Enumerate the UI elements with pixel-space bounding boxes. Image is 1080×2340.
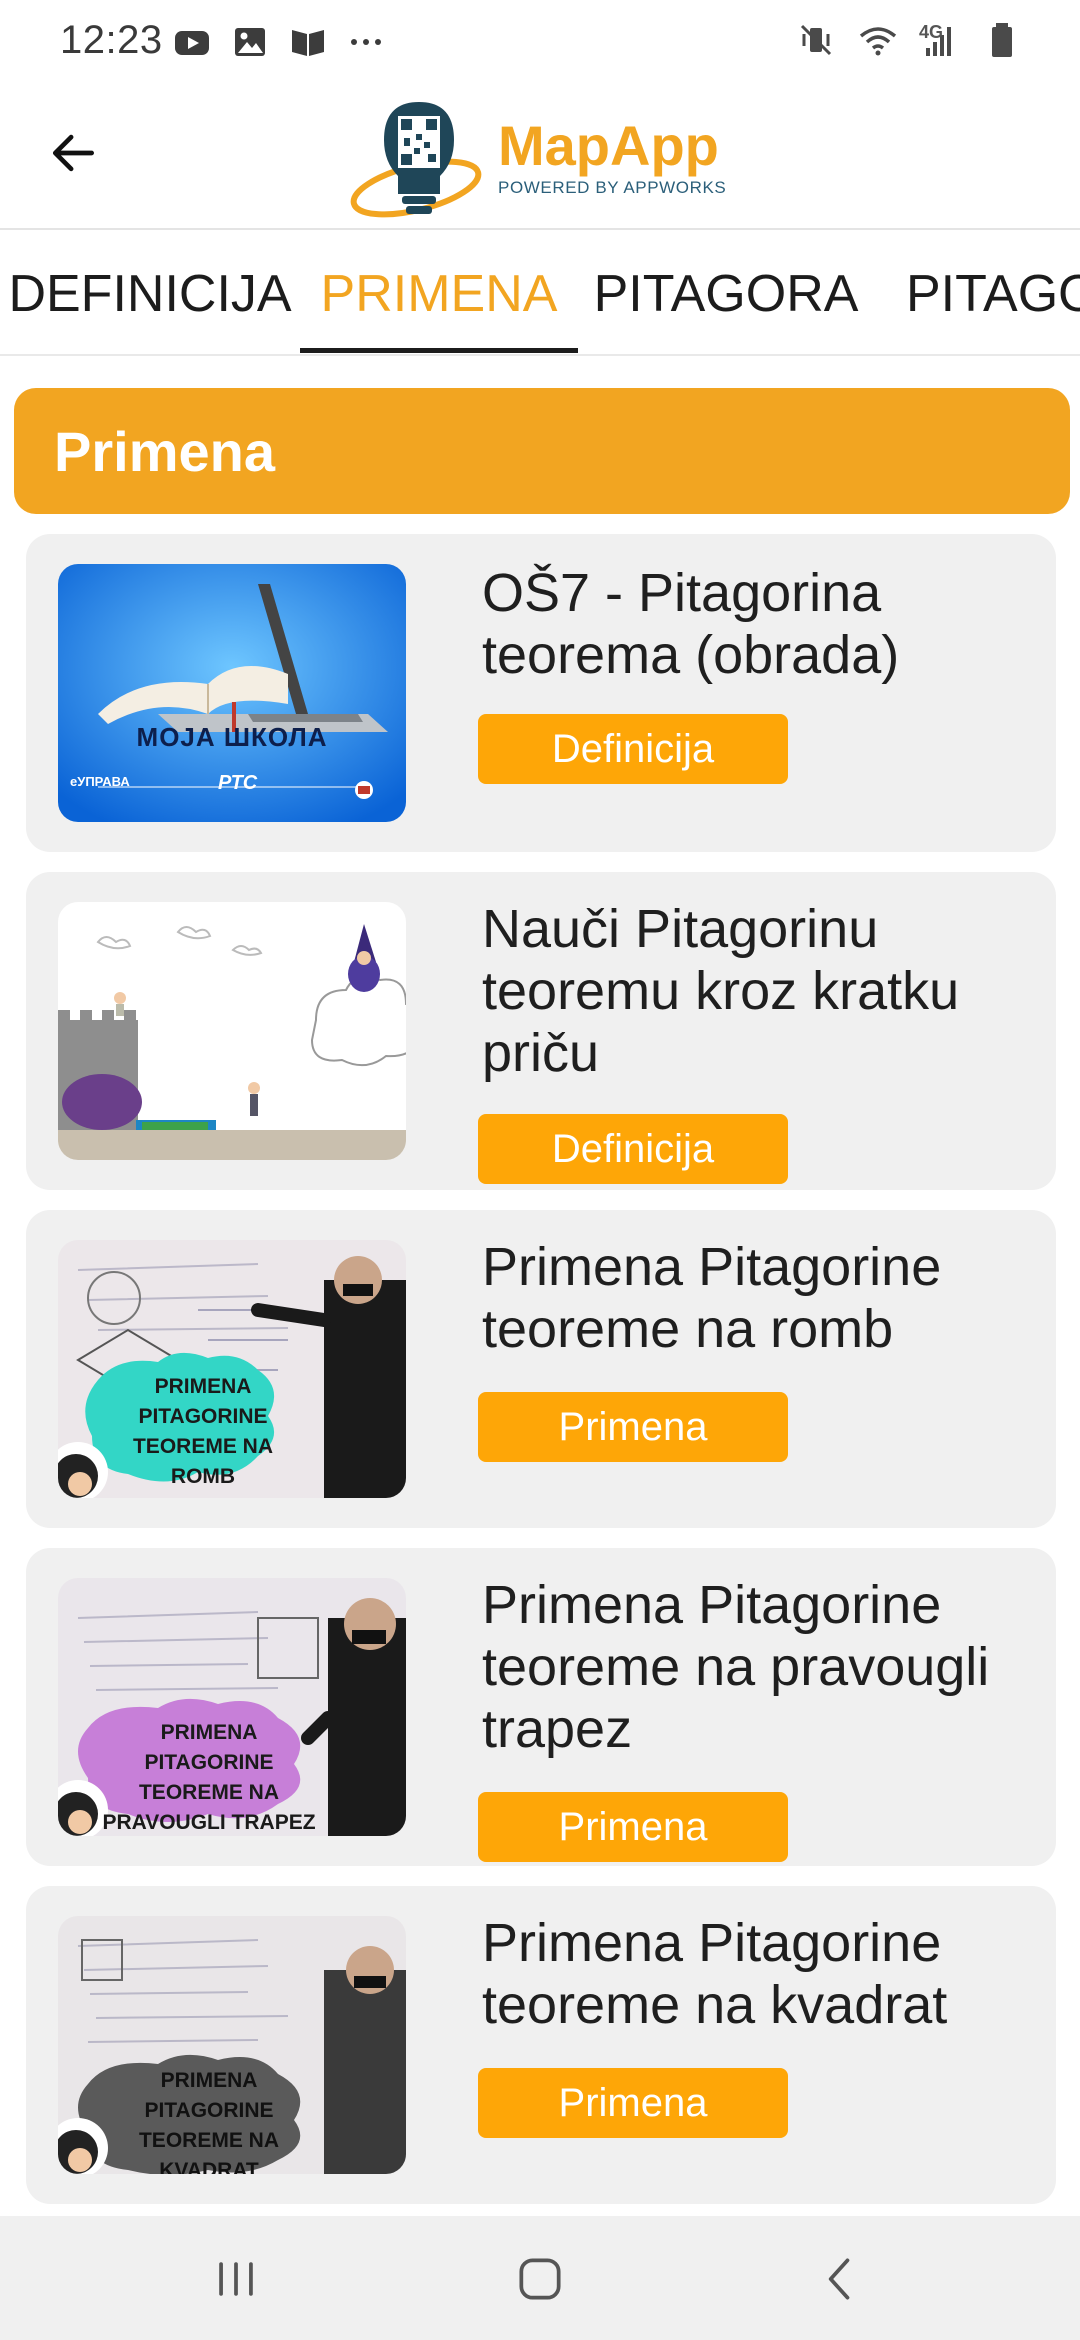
logo-title: MapApp <box>498 114 719 177</box>
list-item[interactable]: Nauči Pitagorinu teoremu kroz kratku pri… <box>26 872 1056 1190</box>
home-icon <box>519 2258 561 2300</box>
video-thumbnail[interactable]: PRIMENA PITAGORINE TEOREME NA PRAVOUGLI … <box>58 1578 406 1836</box>
youtube-icon <box>172 22 212 62</box>
thumbnail-logo-euprava: еУПРАВА <box>70 774 130 789</box>
item-title[interactable]: Primena Pitagorine teoreme na romb <box>482 1236 1022 1360</box>
active-tab-indicator <box>300 348 578 353</box>
lightbulb-qr-logo-icon <box>350 102 482 218</box>
thumbnail-caption: МОЈА ШКОЛА <box>136 722 328 752</box>
tab-primena[interactable]: PRIMENA <box>300 232 578 354</box>
more-dots-icon <box>346 22 386 62</box>
category-button[interactable]: Primena <box>478 1392 788 1462</box>
list-item[interactable]: PRIMENA PITAGORINE TEOREME NA KVADRAT Pr… <box>26 1886 1056 2204</box>
back-button[interactable] <box>40 120 106 186</box>
item-title[interactable]: OŠ7 - Pitagorina teorema (obrada) <box>482 562 1022 686</box>
app-logo: MapApp POWERED BY APPWORKS <box>344 90 726 224</box>
logo-subtitle: POWERED BY APPWORKS <box>498 178 727 197</box>
item-title[interactable]: Primena Pitagorine teoreme na kvadrat <box>482 1912 1022 2036</box>
thumbnail-caption: PRIMENA PITAGORINE TEOREME NA PRAVOUGLI … <box>102 1721 316 1834</box>
section-header: Primena <box>14 388 1070 514</box>
system-navigation-bar <box>0 2216 1080 2340</box>
wifi-icon <box>858 20 898 60</box>
list-item[interactable]: PRIMENA PITAGORINE TEOREME NA PRAVOUGLI … <box>26 1548 1056 1866</box>
back-icon <box>828 2258 850 2300</box>
book-icon <box>288 22 328 62</box>
recent-apps-icon <box>219 2262 253 2296</box>
section-title: Primena <box>54 419 275 483</box>
status-bar: 12:23 4G <box>0 0 1080 84</box>
category-button[interactable]: Primena <box>478 2068 788 2138</box>
status-time: 12:23 <box>60 18 163 62</box>
thumbnail-logo-rts: РТС <box>218 772 258 794</box>
tab-definicija[interactable]: DEFINICIJA <box>8 232 291 354</box>
status-notification-icons <box>172 22 386 62</box>
thumbnail-caption: PRIMENA PITAGORINE TEOREME NA ROMB <box>132 1375 273 1488</box>
system-back-button[interactable] <box>800 2244 880 2314</box>
vibrate-mute-icon <box>796 20 836 60</box>
item-title[interactable]: Nauči Pitagorinu teoremu kroz kratku pri… <box>482 898 1022 1084</box>
arrow-left-icon <box>52 134 94 172</box>
item-title[interactable]: Primena Pitagorine teoreme na pravougli … <box>482 1574 1022 1760</box>
network-type-label: 4G <box>919 22 944 42</box>
tab-bar: DEFINICIJA PRIMENA PITAGORA PITAGOR <box>0 232 1080 356</box>
app-header: MapApp POWERED BY APPWORKS <box>0 84 1080 230</box>
video-thumbnail[interactable]: МОЈА ШКОЛА еУПРАВА РТС <box>58 564 406 822</box>
video-thumbnail[interactable] <box>58 902 406 1160</box>
category-button[interactable]: Primena <box>478 1792 788 1862</box>
list-item[interactable]: МОЈА ШКОЛА еУПРАВА РТС OŠ7 - Pitagorina … <box>26 534 1056 852</box>
category-button[interactable]: Definicija <box>478 714 788 784</box>
thumbnail-caption: PRIMENA PITAGORINE TEOREME NA KVADRAT <box>138 2069 279 2174</box>
tab-pitagor[interactable]: PITAGOR <box>906 232 1080 354</box>
status-system-icons <box>796 20 1022 60</box>
list-item[interactable]: PRIMENA PITAGORINE TEOREME NA ROMB Prime… <box>26 1210 1056 1528</box>
category-button[interactable]: Definicija <box>478 1114 788 1184</box>
recent-apps-button[interactable] <box>196 2244 276 2314</box>
battery-icon <box>982 20 1022 60</box>
video-thumbnail[interactable]: PRIMENA PITAGORINE TEOREME NA ROMB <box>58 1240 406 1498</box>
gallery-icon <box>230 22 270 62</box>
home-button[interactable] <box>500 2244 580 2314</box>
video-thumbnail[interactable]: PRIMENA PITAGORINE TEOREME NA KVADRAT <box>58 1916 406 2174</box>
tab-pitagora[interactable]: PITAGORA <box>594 232 859 354</box>
